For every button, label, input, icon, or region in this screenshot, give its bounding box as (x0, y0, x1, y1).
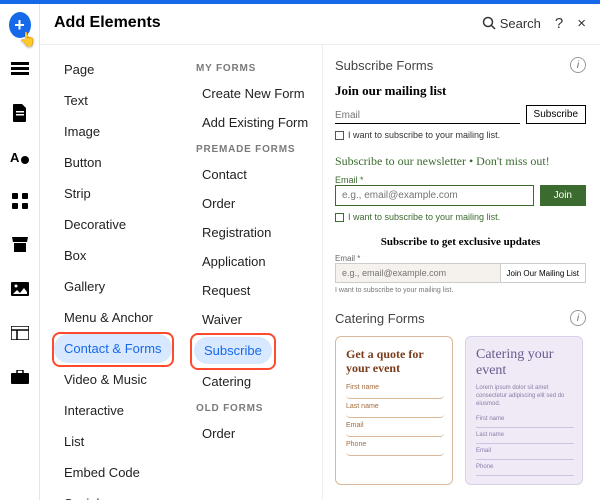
subscribe-form-preview-2[interactable]: Subscribe to our newsletter • Don't miss… (335, 154, 586, 222)
join-button: Join (540, 185, 586, 206)
category-item[interactable]: Strip (54, 179, 174, 208)
subcategory-item[interactable]: Catering (192, 368, 316, 395)
layout-icon[interactable] (9, 58, 31, 80)
cursor-icon: 👆 (19, 31, 36, 48)
group-label: PREMADE FORMS (196, 144, 316, 155)
text-style-icon[interactable]: A (9, 146, 31, 168)
category-item[interactable]: Interactive (54, 396, 174, 425)
field-line (476, 470, 574, 476)
field-line (346, 448, 444, 456)
field-label: Email (346, 422, 444, 429)
category-item[interactable]: Text (54, 86, 174, 115)
field-line (346, 410, 444, 418)
card-subtext: Lorem ipsum dolor sit amet consectetur a… (476, 385, 574, 408)
group-label: MY FORMS (196, 63, 316, 74)
category-item[interactable]: Gallery (54, 272, 174, 301)
category-item[interactable]: Video & Music (54, 365, 174, 394)
store-icon[interactable] (9, 234, 31, 256)
subcategory-item[interactable]: Request (192, 277, 316, 304)
subcategory-item[interactable]: Create New Form (192, 80, 316, 107)
panel-title: Add Elements (54, 14, 482, 32)
email-field (335, 108, 520, 124)
category-list: PageTextImageButtonStripDecorativeBoxGal… (40, 45, 180, 500)
email-label: Email * (335, 175, 586, 185)
form-heading: Subscribe to our newsletter • Don't miss… (335, 154, 586, 169)
add-elements-button[interactable]: +👆 (9, 14, 31, 36)
subcategory-item[interactable]: Order (192, 420, 316, 447)
category-item[interactable]: Embed Code (54, 458, 174, 487)
subscribe-form-preview-3[interactable]: Subscribe to get exclusive updates Email… (335, 236, 586, 294)
svg-text:A: A (10, 150, 20, 165)
field-line (476, 454, 574, 460)
page-icon[interactable] (9, 102, 31, 124)
info-icon[interactable]: i (570, 310, 586, 326)
subcategory-list: MY FORMS Create New FormAdd Existing Form… (180, 45, 322, 500)
close-button[interactable]: × (577, 15, 586, 32)
email-field (335, 263, 501, 283)
subcategory-item[interactable]: Application (192, 248, 316, 275)
briefcase-icon[interactable] (9, 366, 31, 388)
subcategory-item[interactable]: Add Existing Form (192, 109, 316, 136)
form-small-text: I want to subscribe to your mailing list… (335, 287, 586, 294)
category-item[interactable]: Decorative (54, 210, 174, 239)
category-item[interactable]: Social (54, 489, 174, 500)
catering-form-preview-2[interactable]: Catering your event Lorem ipsum dolor si… (465, 336, 583, 485)
field-line (346, 429, 444, 437)
email-field (335, 185, 534, 206)
subcategory-item[interactable]: Waiver (192, 306, 316, 333)
email-label: Email * (335, 254, 586, 263)
category-item[interactable]: Page (54, 55, 174, 84)
left-icon-rail: +👆 A (0, 4, 40, 500)
catering-form-preview-1[interactable]: Get a quote for your event First name Las… (335, 336, 453, 485)
form-heading: Subscribe to get exclusive updates (335, 236, 586, 248)
subscribe-button: Subscribe (526, 105, 586, 124)
category-item[interactable]: Box (54, 241, 174, 270)
category-item[interactable]: Contact & Forms (54, 334, 172, 363)
category-item[interactable]: Image (54, 117, 174, 146)
table-icon[interactable] (9, 322, 31, 344)
join-button: Join Our Mailing List (501, 263, 586, 283)
apps-icon[interactable] (9, 190, 31, 212)
search-icon (482, 16, 496, 30)
help-button[interactable]: ? (555, 15, 563, 32)
category-item[interactable]: Menu & Anchor (54, 303, 174, 332)
field-line (346, 391, 444, 399)
search-button[interactable]: Search (482, 16, 541, 31)
subcategory-item[interactable]: Contact (192, 161, 316, 188)
field-label: First name (346, 384, 444, 391)
preview-pane: Subscribe Forms i Join our mailing list … (322, 45, 600, 500)
form-heading: Join our mailing list (335, 83, 586, 99)
checkbox-icon (335, 213, 344, 222)
field-label: Last name (346, 403, 444, 410)
subcategory-item[interactable]: Order (192, 190, 316, 217)
field-label: Phone (346, 441, 444, 448)
category-item[interactable]: List (54, 427, 174, 456)
checkbox-icon (335, 131, 344, 140)
preview-section-title: Catering Forms (335, 311, 570, 326)
field-line (476, 422, 574, 428)
card-heading: Get a quote for your event (346, 347, 444, 376)
subcategory-item[interactable]: Subscribe (194, 337, 272, 364)
category-item[interactable]: Button (54, 148, 174, 177)
media-icon[interactable] (9, 278, 31, 300)
card-heading: Catering your event (476, 347, 574, 379)
subscribe-form-preview-1[interactable]: Join our mailing list Subscribe I want t… (335, 83, 586, 140)
preview-section-title: Subscribe Forms (335, 58, 570, 73)
info-icon[interactable]: i (570, 57, 586, 73)
group-label: OLD FORMS (196, 403, 316, 414)
field-line (476, 438, 574, 444)
subcategory-item[interactable]: Registration (192, 219, 316, 246)
